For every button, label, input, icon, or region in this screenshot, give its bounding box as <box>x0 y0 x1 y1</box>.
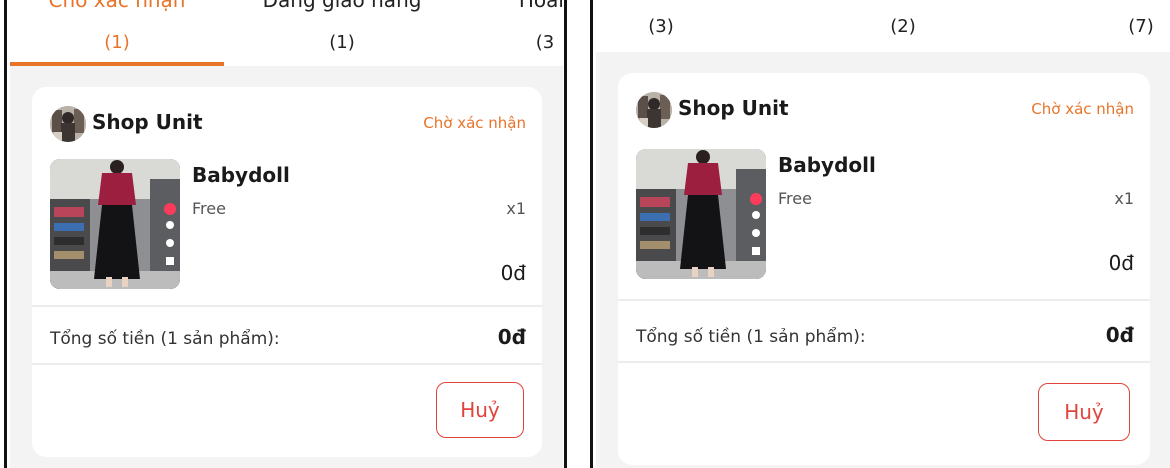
frame-border-right <box>590 0 593 468</box>
shop-avatar-image <box>50 106 86 142</box>
order-status: Chờ xác nhận <box>1031 100 1134 118</box>
tab-label: Chờ xác nhận <box>48 0 186 12</box>
product-photo <box>50 159 180 289</box>
product-price: 0đ <box>500 261 526 285</box>
product-item[interactable]: Babydoll Free x1 0đ <box>50 159 526 291</box>
tab-count: (1) <box>104 32 130 53</box>
product-photo <box>636 149 766 279</box>
tab-label: Đang giao hàng <box>262 0 422 12</box>
product-quantity: x1 <box>506 199 526 218</box>
total-value: 0đ <box>497 325 526 349</box>
tab-count: (3) <box>648 16 674 37</box>
active-tab-indicator <box>10 62 224 66</box>
product-variant: Free <box>192 199 226 218</box>
right-order-screen: (3) (2) (7) Shop Unit Chờ xác nhận Babyd… <box>596 0 1170 468</box>
shop-name[interactable]: Shop Unit <box>678 96 789 120</box>
product-variant: Free <box>778 189 812 208</box>
product-image[interactable] <box>50 159 180 289</box>
frame-border-left <box>4 0 7 468</box>
tab-count: (1) <box>329 32 355 53</box>
total-label: Tổng số tiền (1 sản phẩm): <box>50 329 280 349</box>
divider <box>32 363 542 365</box>
product-name: Babydoll <box>778 153 876 177</box>
order-card[interactable]: Shop Unit Chờ xác nhận Babydoll Free x1 … <box>618 73 1150 465</box>
order-status-tabs: Chờ xác nhận (1) Đang giao hàng (1) Hoàn… <box>10 0 563 66</box>
order-status-tabs: (3) (2) (7) <box>596 0 1170 52</box>
order-total-row: Tổng số tiền (1 sản phẩm): 0đ <box>636 323 1134 353</box>
product-name: Babydoll <box>192 163 290 187</box>
tab-count: (3 <box>535 32 555 53</box>
shop-header: Shop Unit Chờ xác nhận <box>50 106 526 142</box>
frame-border-middle <box>564 0 567 468</box>
left-order-screen: Chờ xác nhận (1) Đang giao hàng (1) Hoàn… <box>10 0 563 468</box>
order-card[interactable]: Shop Unit Chờ xác nhận Babydoll Free x1 … <box>32 87 542 457</box>
product-price: 0đ <box>1108 251 1134 275</box>
shop-name[interactable]: Shop Unit <box>92 110 203 134</box>
total-label: Tổng số tiền (1 sản phẩm): <box>636 327 866 347</box>
cancel-order-button[interactable]: Huỷ <box>1038 383 1130 441</box>
divider <box>32 305 542 307</box>
shop-avatar <box>50 106 86 142</box>
divider <box>618 299 1150 301</box>
tab-label: Hoàn <box>518 0 563 12</box>
product-image[interactable] <box>636 149 766 279</box>
divider <box>618 361 1150 363</box>
product-item[interactable]: Babydoll Free x1 0đ <box>636 149 1134 281</box>
shop-avatar <box>636 92 672 128</box>
shop-avatar-image <box>636 92 672 128</box>
total-value: 0đ <box>1105 323 1134 347</box>
tab-count: (2) <box>890 16 916 37</box>
order-status: Chờ xác nhận <box>423 114 526 132</box>
tab-count: (7) <box>1128 16 1154 37</box>
order-total-row: Tổng số tiền (1 sản phẩm): 0đ <box>50 325 526 355</box>
cancel-order-button[interactable]: Huỷ <box>436 382 524 438</box>
product-quantity: x1 <box>1114 189 1134 208</box>
shop-header: Shop Unit Chờ xác nhận <box>636 92 1134 128</box>
